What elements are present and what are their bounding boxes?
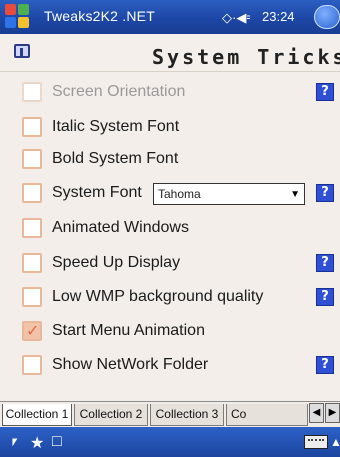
checkbox-start-menu-animation[interactable]	[22, 321, 42, 341]
tab-collection-3[interactable]: Collection 3	[150, 404, 224, 426]
checkbox-animated-windows[interactable]	[22, 218, 42, 238]
tab-scroll: ◀ ▶	[309, 403, 340, 423]
tab-bar: Collection 1 Collection 2 Collection 3 C…	[0, 401, 340, 427]
option-label: Speed Up Display	[52, 254, 181, 271]
option-row-show-network-folder[interactable]: Show NetWork Folder ?	[0, 349, 340, 381]
tab-collection-1[interactable]: Collection 1	[2, 404, 72, 426]
checkbox-screen-orientation[interactable]	[22, 82, 42, 102]
checkbox-low-wmp-background-quality[interactable]	[22, 287, 42, 307]
app-title: Tweaks2K2 .NET	[44, 8, 155, 24]
tab-scroll-right-icon[interactable]: ▶	[325, 403, 340, 423]
help-button[interactable]: ?	[316, 83, 334, 101]
option-row-screen-orientation[interactable]: Screen Orientation ?	[0, 76, 340, 108]
tab-collection-4[interactable]: Co	[226, 404, 308, 426]
option-label: Screen Orientation	[52, 83, 186, 100]
checkbox-show-network-folder[interactable]	[22, 355, 42, 375]
checkbox-italic-system-font[interactable]	[22, 117, 42, 137]
keyboard-icon[interactable]	[304, 435, 328, 449]
option-label: Bold System Font	[52, 150, 179, 167]
network-icon[interactable]: ⎖	[8, 433, 21, 451]
clock[interactable]: 23:24	[262, 9, 295, 24]
font-select[interactable]: Tahoma ▼	[153, 183, 305, 205]
option-row-speed-up-display[interactable]: Speed Up Display ?	[0, 247, 340, 279]
checkbox-system-font[interactable]	[22, 183, 42, 203]
help-button[interactable]: ?	[316, 356, 334, 374]
help-button[interactable]: ?	[316, 288, 334, 306]
start-menu-icon[interactable]	[5, 4, 31, 30]
input-menu-caret-icon[interactable]: ▲	[330, 435, 340, 449]
option-label: Show NetWork Folder	[52, 356, 209, 373]
bluetooth-icon[interactable]: ★	[30, 433, 44, 453]
option-row-start-menu-animation[interactable]: Start Menu Animation	[0, 315, 340, 347]
ok-button[interactable]	[314, 5, 340, 29]
option-label: Low WMP background quality	[52, 288, 264, 305]
option-label: System Font	[52, 184, 142, 201]
option-row-animated-windows[interactable]: Animated Windows	[0, 212, 340, 244]
app-icon[interactable]: □	[52, 433, 62, 451]
option-row-italic-system-font[interactable]: Italic System Font	[0, 111, 340, 143]
page-title: System Tricks	[152, 45, 340, 69]
tab-scroll-left-icon[interactable]: ◀	[309, 403, 324, 423]
option-row-low-wmp-background-quality[interactable]: Low WMP background quality ?	[0, 281, 340, 313]
help-button[interactable]: ?	[316, 184, 334, 202]
checkbox-bold-system-font[interactable]	[22, 149, 42, 169]
option-row-system-font[interactable]: System Font Tahoma ▼ ?	[0, 177, 340, 209]
tab-collection-2[interactable]: Collection 2	[74, 404, 148, 426]
option-row-bold-system-font[interactable]: Bold System Font	[0, 143, 340, 175]
option-label: Start Menu Animation	[52, 322, 205, 339]
title-bar: Tweaks2K2 .NET ◇·◀⹀ 23:24	[0, 0, 340, 34]
help-button[interactable]: ?	[316, 254, 334, 272]
checkbox-speed-up-display[interactable]	[22, 253, 42, 273]
font-select-value: Tahoma	[158, 187, 201, 201]
taskbar: ⎖ ★ □ ▲	[0, 427, 340, 457]
dropdown-arrow-icon[interactable]: ▼	[290, 189, 300, 200]
option-label: Animated Windows	[52, 219, 189, 236]
connectivity-volume-icon[interactable]: ◇·◀⹀	[222, 8, 250, 26]
option-label: Italic System Font	[52, 118, 180, 135]
app-icon	[14, 44, 30, 58]
